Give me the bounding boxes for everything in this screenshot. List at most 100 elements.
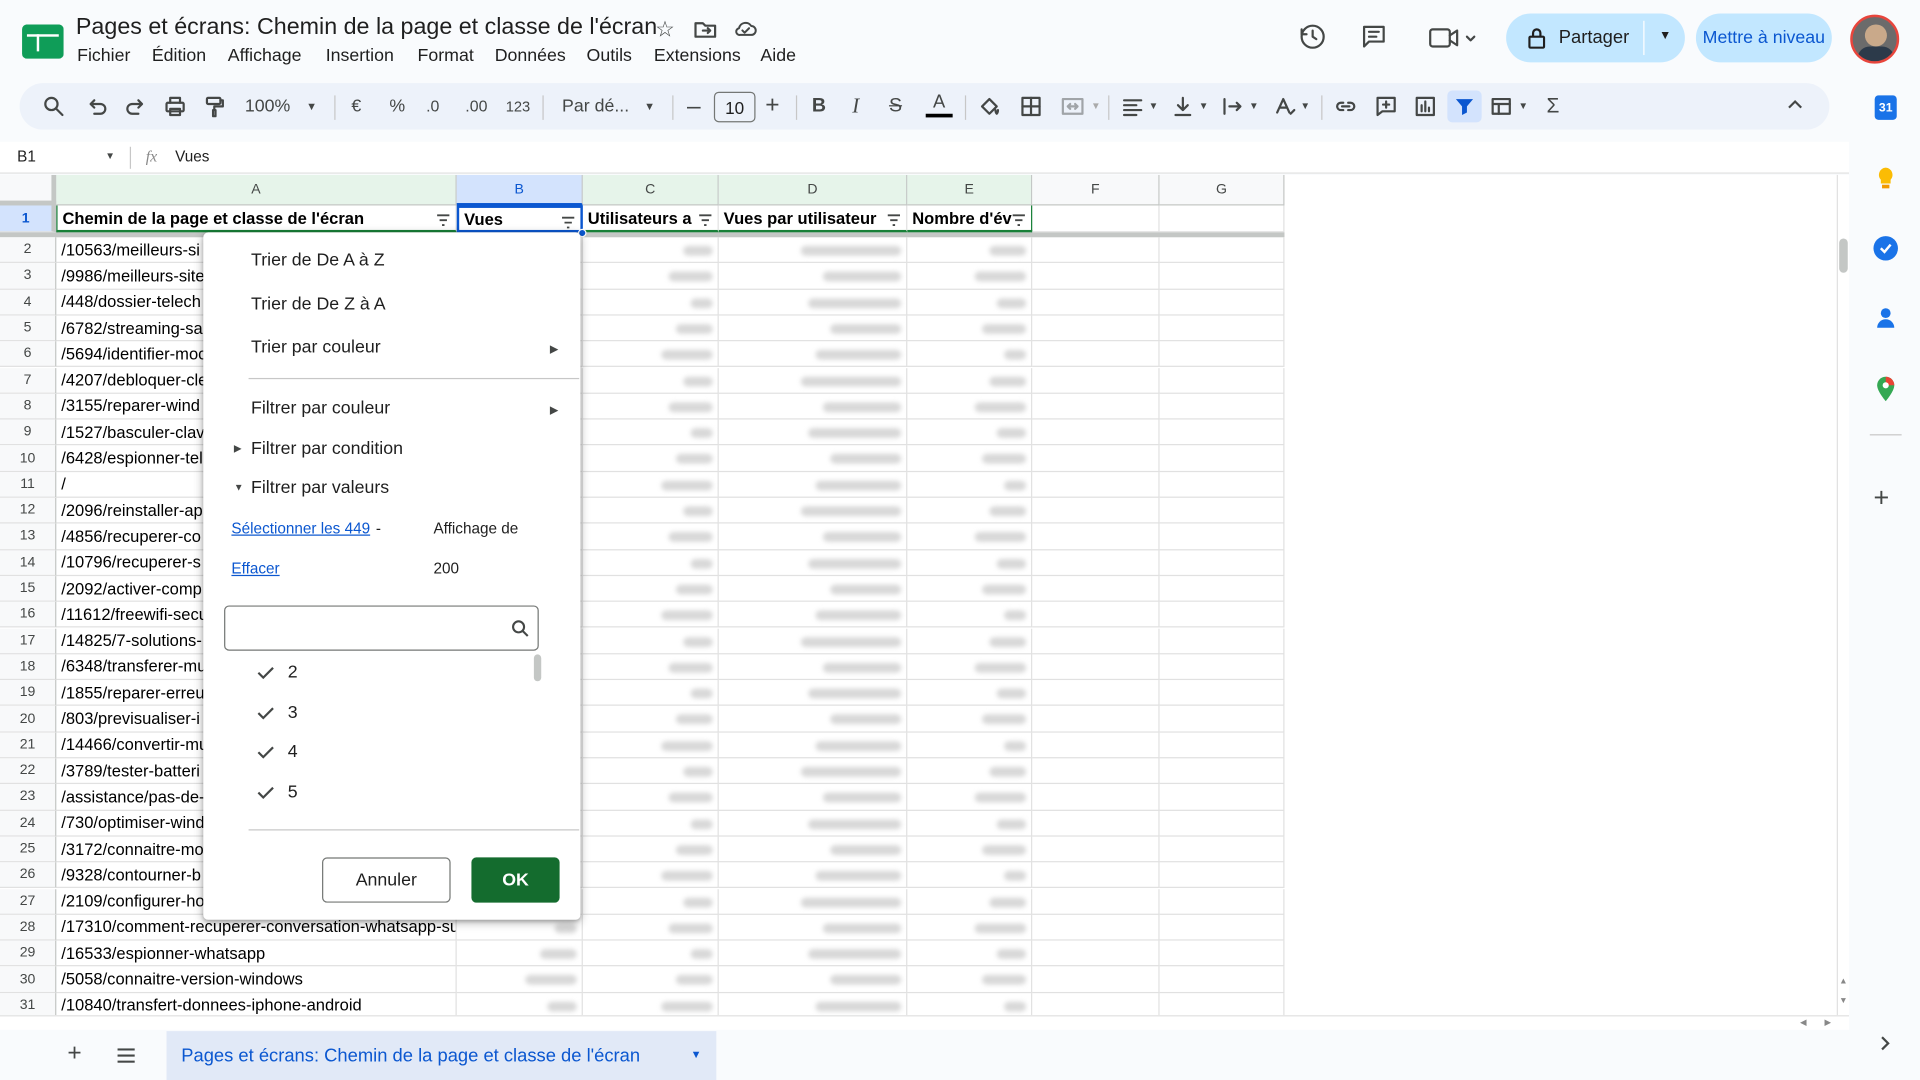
data-cell[interactable] [907,497,1033,524]
data-cell[interactable] [1032,758,1160,785]
row-header[interactable]: 8 [0,393,57,420]
data-cell[interactable] [907,992,1033,1016]
data-cell[interactable] [582,523,719,550]
data-cell[interactable] [1159,263,1285,290]
sort-by-color-option[interactable]: Trier par couleur [251,338,381,358]
data-cell[interactable] [718,445,908,472]
borders-icon[interactable] [1019,94,1043,118]
column-header-b[interactable]: B [456,174,583,206]
data-cell[interactable] [1032,497,1160,524]
data-cell[interactable] [907,784,1033,811]
sheets-logo[interactable] [22,24,64,59]
data-cell[interactable] [1032,289,1160,316]
data-cell[interactable] [582,289,719,316]
name-box-dropdown-icon[interactable]: ▼ [105,150,115,161]
share-button[interactable]: Partager ▼ [1506,13,1685,63]
data-cell[interactable] [718,654,908,681]
header-cell-d[interactable]: Vues par utilisateur [718,205,908,233]
data-cell[interactable] [907,237,1033,264]
data-cell[interactable] [718,341,908,368]
data-cell[interactable] [1159,940,1285,967]
row-header[interactable]: 19 [0,680,57,707]
data-cell[interactable] [907,810,1033,837]
data-cell[interactable] [1032,940,1160,967]
data-cell[interactable] [718,914,908,941]
data-cell[interactable] [907,367,1033,394]
sheet-tab-dropdown-icon[interactable]: ▼ [691,1048,702,1060]
column-filter-icon[interactable] [436,214,451,226]
data-cell[interactable] [582,862,719,889]
data-cell[interactable] [1159,315,1285,342]
data-cell[interactable] [1159,836,1285,863]
data-cell[interactable] [907,888,1033,915]
data-cell[interactable] [907,393,1033,420]
filter-views-icon[interactable] [1490,94,1514,118]
data-cell[interactable] [718,367,908,394]
data-cell[interactable] [907,602,1033,629]
cloud-status-icon[interactable] [732,17,759,41]
row-header[interactable]: 26 [0,862,57,889]
values-list-scrollbar[interactable] [533,654,542,682]
row-header[interactable]: 13 [0,523,57,550]
data-cell[interactable] [582,706,719,733]
data-cell[interactable] [582,315,719,342]
cell-g1[interactable] [1159,205,1285,233]
maps-icon[interactable] [1875,376,1897,403]
data-cell[interactable] [583,992,719,1016]
data-cell[interactable] [907,654,1033,681]
path-cell[interactable]: /16533/espionner-whatsapp [56,940,457,967]
header-cell-b[interactable]: Vues [456,205,583,233]
data-cell[interactable] [582,263,719,290]
meet-icon[interactable] [1428,24,1477,51]
data-cell[interactable] [718,732,908,759]
data-cell[interactable] [907,315,1033,342]
value-checkbox-item[interactable] [240,656,522,690]
data-cell[interactable] [582,888,719,915]
undo-icon[interactable] [84,94,108,118]
filter-values-expand-icon[interactable]: ▼ [234,482,244,493]
path-cell[interactable]: /10840/transfert-donnees-iphone-android [56,992,457,1016]
data-cell[interactable] [1159,654,1285,681]
data-cell[interactable] [907,940,1033,967]
data-cell[interactable] [718,602,908,629]
more-formats-button[interactable]: 123 [506,98,531,115]
cancel-button[interactable]: Annuler [322,857,451,903]
sheet-tab[interactable]: Pages et écrans: Chemin de la page et cl… [166,1031,717,1080]
data-cell[interactable] [718,628,908,655]
data-cell[interactable] [1159,680,1285,707]
column-filter-icon[interactable] [698,214,713,226]
data-cell[interactable] [1159,341,1285,368]
data-cell[interactable] [718,758,908,785]
row-header[interactable]: 11 [0,471,57,498]
column-header-c[interactable]: C [582,174,719,206]
vertical-scrollbar[interactable]: ▲ ▼ [1836,174,1849,1016]
data-cell[interactable] [582,680,719,707]
data-cell[interactable] [1032,602,1160,629]
data-cell[interactable] [1159,367,1285,394]
row-header[interactable]: 27 [0,888,57,915]
data-cell[interactable] [907,862,1033,889]
data-cell[interactable] [907,341,1033,368]
clear-link[interactable]: Effacer [231,560,279,577]
data-cell[interactable] [582,836,719,863]
avatar[interactable] [1850,14,1900,64]
row-header[interactable]: 23 [0,784,57,811]
history-icon[interactable] [1298,22,1327,51]
data-cell[interactable] [582,471,719,498]
header-cell-c[interactable]: Utilisateurs a [582,205,719,233]
filter-condition-expand-icon[interactable]: ▶ [234,443,242,454]
header-cell-e[interactable]: Nombre d'év [907,205,1033,233]
row-header[interactable]: 25 [0,836,57,863]
row-header[interactable]: 15 [0,575,57,603]
data-cell[interactable] [1032,341,1160,368]
row-header[interactable]: 10 [0,445,57,472]
merge-cells-icon[interactable] [1060,94,1084,118]
font-size-increase-button[interactable]: + [765,92,779,120]
bold-icon[interactable]: B [812,95,826,117]
functions-icon[interactable]: Σ [1547,94,1560,118]
column-header-f[interactable]: F [1032,174,1160,206]
menu-fichier[interactable]: Fichier [77,46,130,66]
value-checkbox-item[interactable] [240,736,522,770]
data-cell[interactable] [907,732,1033,759]
column-header-g[interactable]: G [1159,174,1285,206]
